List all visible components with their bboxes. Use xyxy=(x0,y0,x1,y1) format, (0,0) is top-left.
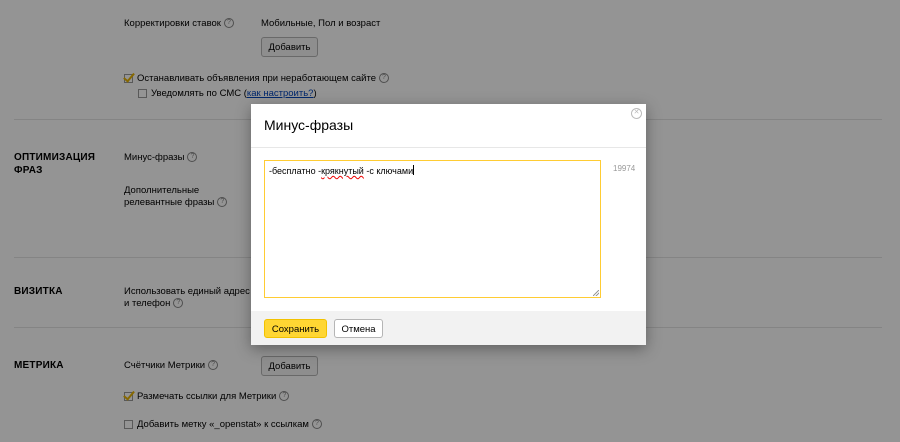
dialog-title: Минус-фразы xyxy=(264,117,354,133)
minus-phrases-dialog: Минус-фразы ✕ -бесплатно -крякнутый -с к… xyxy=(251,104,646,345)
save-button[interactable]: Сохранить xyxy=(264,319,327,338)
text-caret xyxy=(413,165,415,175)
close-icon[interactable]: ✕ xyxy=(631,108,642,119)
misspelled-word: крякнутый xyxy=(321,166,364,176)
char-counter: 19974 xyxy=(613,164,636,173)
dialog-header-divider xyxy=(251,147,646,148)
cancel-button[interactable]: Отмена xyxy=(334,319,383,338)
resize-handle[interactable] xyxy=(593,290,599,296)
minus-phrases-textarea[interactable]: -бесплатно -крякнутый -с ключами xyxy=(264,160,601,298)
